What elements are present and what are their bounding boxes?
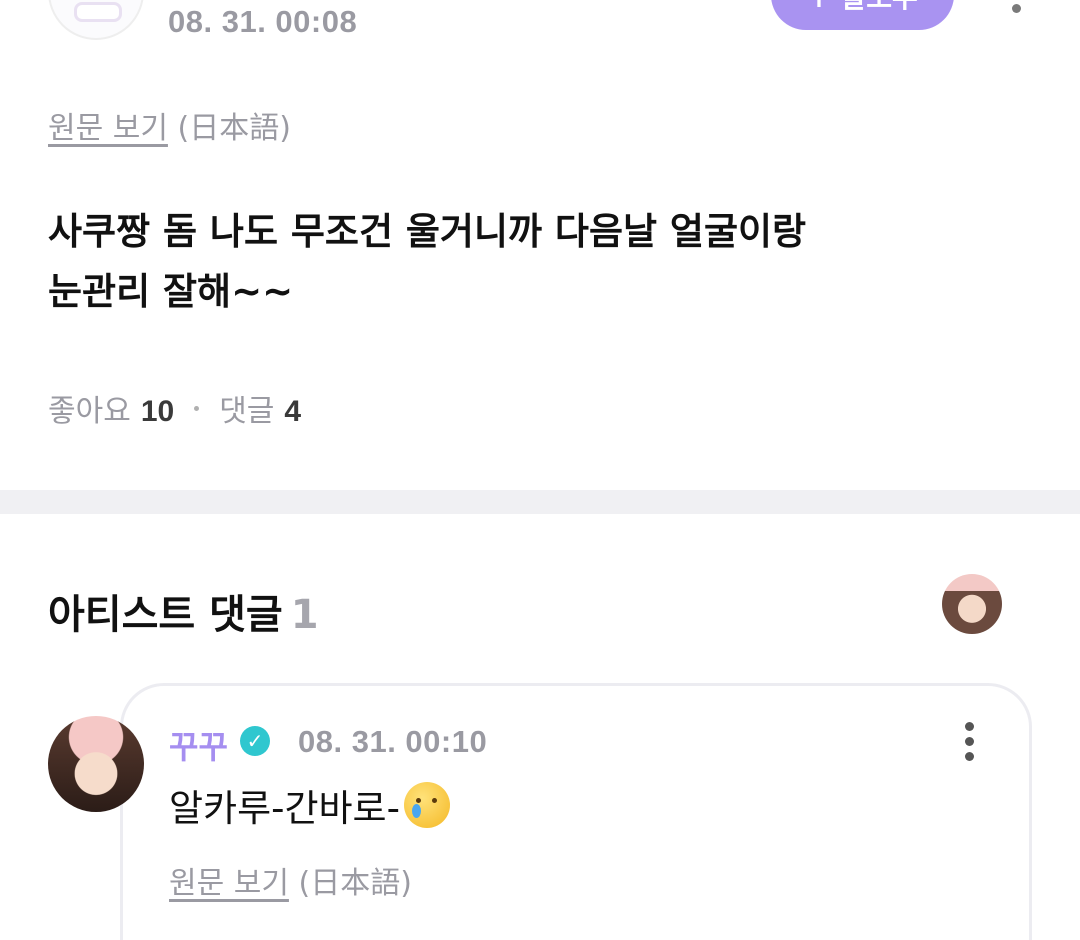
post-stats: 좋아요 10 댓글 4: [48, 386, 301, 430]
comment-time: 08. 31. 00:10: [298, 724, 488, 759]
artist-comments-heading: 아티스트 댓글 1: [48, 582, 319, 640]
comment-author-avatar[interactable]: [48, 716, 144, 812]
comments-label: 댓글: [219, 394, 275, 429]
comment-original-language-label: (日本語): [298, 866, 412, 901]
view-original-link[interactable]: 원문 보기: [48, 111, 168, 146]
original-language-label: (日本語): [177, 111, 291, 146]
artist-comments-count: 1: [290, 592, 319, 638]
comment-body: 알카루-간바로-: [169, 778, 450, 832]
crying-face-icon: [403, 782, 450, 828]
view-original-row: 원문 보기 (日本語): [48, 103, 291, 147]
artist-comments-title: 아티스트 댓글: [48, 592, 283, 638]
post-body: 사쿠짱 돔 나도 무조건 울거니까 다음날 얼굴이랑 눈관리 잘해~~: [48, 202, 1008, 322]
avatar-doodle: [74, 2, 122, 22]
likes-button[interactable]: 좋아요 10: [48, 386, 174, 430]
verified-badge-icon: ✓: [240, 726, 270, 756]
comment-author-name[interactable]: 꾸꾸: [169, 722, 228, 768]
comment-view-original-row: 원문 보기 (日本語): [169, 858, 412, 902]
comment-text: 알카루-간바로-: [169, 787, 400, 830]
comments-count: 4: [284, 395, 302, 428]
post-time: 08. 31. 00:08: [168, 4, 358, 39]
post-body-line: 사쿠짱 돔 나도 무조건 울거니까 다음날 얼굴이랑: [48, 210, 807, 253]
follow-button[interactable]: + 팔로우: [771, 0, 954, 30]
post-author-avatar[interactable]: [48, 0, 144, 40]
artist-avatar-thumbnail[interactable]: [942, 574, 1002, 634]
likes-label: 좋아요: [48, 394, 131, 429]
comment-more-options-icon[interactable]: [962, 722, 978, 762]
more-options-icon[interactable]: [1008, 4, 1024, 24]
comments-button[interactable]: 댓글 4: [219, 386, 301, 430]
comment-view-original-link[interactable]: 원문 보기: [169, 866, 289, 901]
separator-dot: [194, 405, 200, 411]
likes-count: 10: [140, 395, 175, 428]
post-body-line: 눈관리 잘해~~: [48, 270, 294, 313]
section-divider: [0, 490, 1080, 514]
